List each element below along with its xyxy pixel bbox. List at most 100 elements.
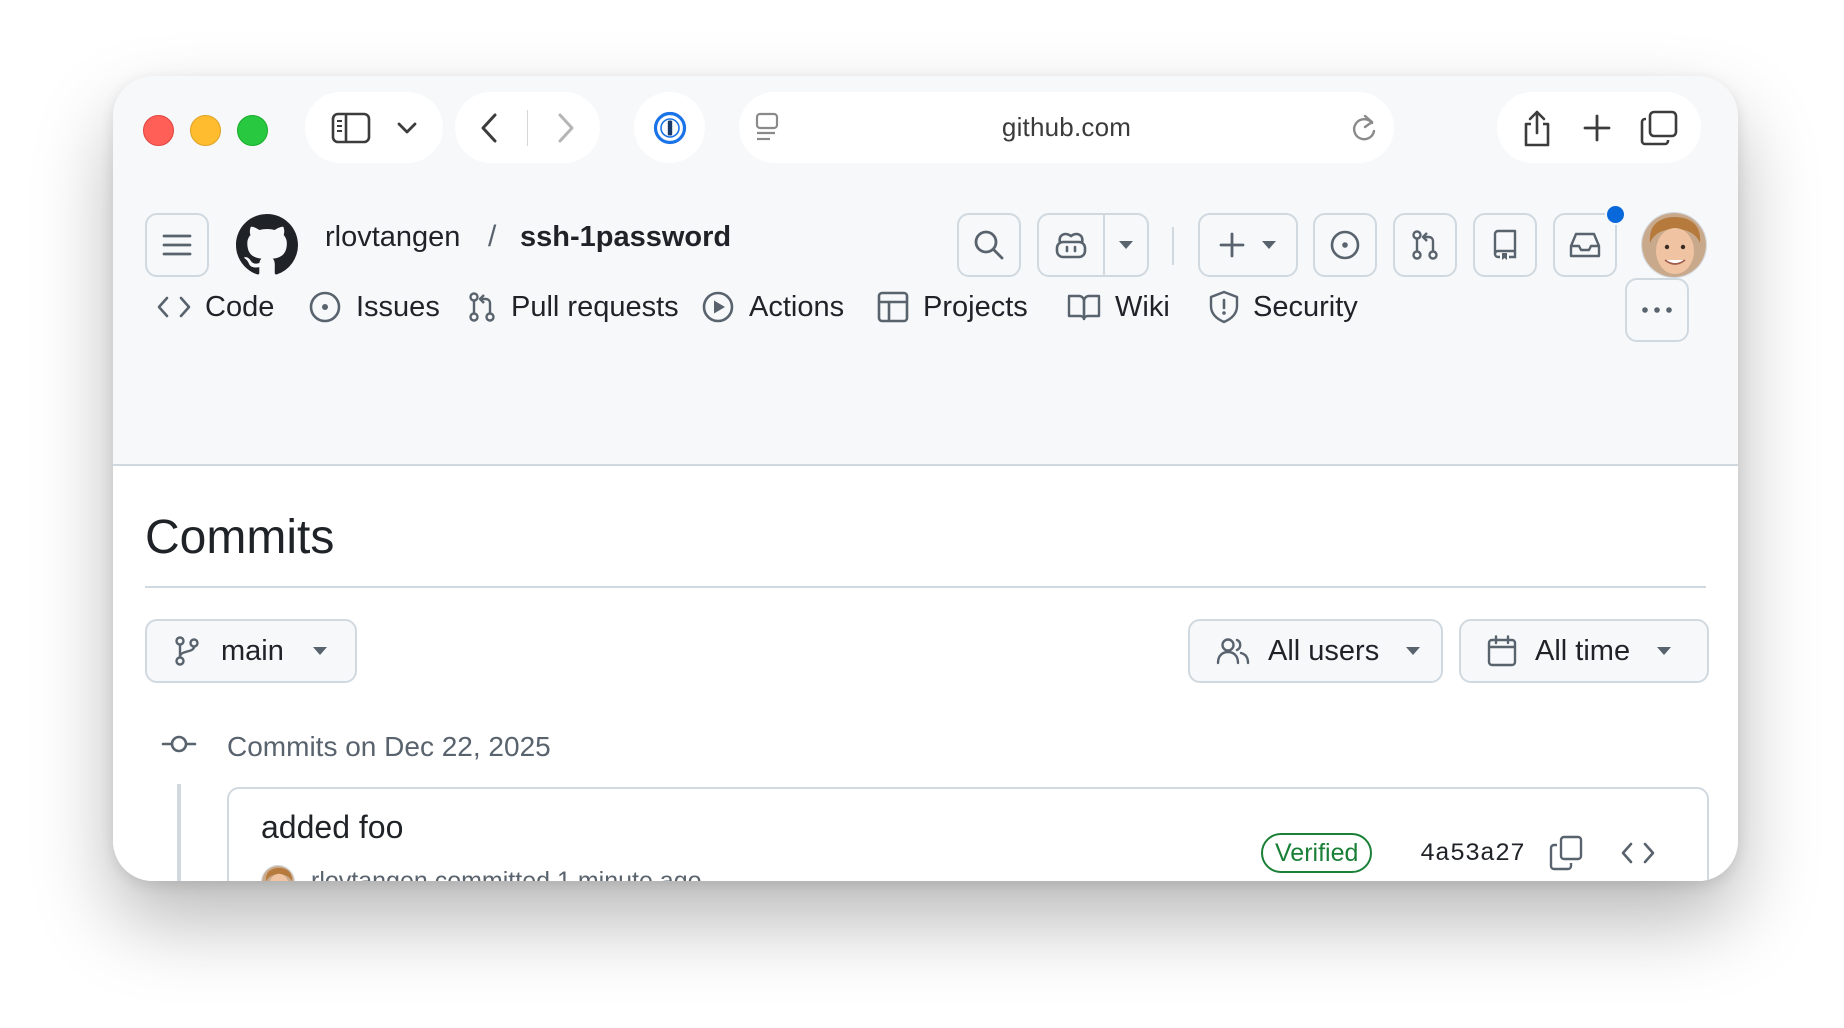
issue-icon (1329, 229, 1361, 261)
menu-icon (162, 233, 192, 257)
create-new-button[interactable] (1198, 213, 1298, 277)
address-bar[interactable]: github.com (739, 92, 1394, 163)
tab-pull-requests-label: Pull requests (511, 290, 679, 323)
plus-icon (1219, 232, 1245, 258)
browser-window: github.com rlovtangen / ssh-1password Co… (113, 76, 1738, 881)
repo-path-separator: / (488, 220, 497, 253)
tab-wiki-label: Wiki (1115, 290, 1170, 323)
navigation-control (455, 92, 600, 163)
issue-icon (308, 290, 342, 324)
book-icon (1067, 292, 1101, 322)
copilot-icon (1039, 230, 1103, 260)
chevron-down-icon (312, 646, 328, 656)
zoom-window-button[interactable] (237, 115, 268, 146)
notifications-button[interactable] (1553, 213, 1617, 277)
chevron-down-icon (1656, 646, 1672, 656)
tab-wiki[interactable]: Wiki (1067, 284, 1170, 330)
commit-timeline-line (177, 784, 181, 881)
commit-meta: rlovtangen committed 1 minute ago (311, 867, 702, 881)
chevron-down-icon[interactable] (397, 121, 417, 135)
browser-toolbar: github.com (113, 76, 1738, 181)
tab-code-label: Code (205, 290, 275, 323)
verified-badge[interactable]: Verified (1261, 833, 1373, 873)
sidebar-control (305, 92, 443, 163)
close-window-button[interactable] (143, 115, 174, 146)
tab-issues[interactable]: Issues (308, 284, 440, 330)
header-divider (1172, 227, 1174, 265)
tab-security-label: Security (1253, 290, 1358, 323)
kebab-horizontal-icon (1640, 306, 1674, 314)
more-tabs-button[interactable] (1625, 278, 1689, 342)
tab-code[interactable]: Code (157, 284, 274, 330)
commit-author-link[interactable]: rlovtangen (311, 867, 428, 881)
author-avatar[interactable] (261, 865, 295, 881)
branch-name: main (221, 634, 284, 667)
github-logo-icon[interactable] (236, 214, 298, 276)
branch-select-button[interactable]: main (145, 619, 357, 683)
copilot-dropdown-caret-icon[interactable] (1105, 240, 1147, 250)
password-manager-extension[interactable] (634, 92, 705, 163)
tab-actions-label: Actions (749, 290, 845, 323)
notification-dot (1605, 204, 1626, 225)
time-filter-label: All time (1535, 634, 1631, 667)
table-icon (877, 291, 909, 323)
reload-icon[interactable] (1350, 113, 1378, 143)
url-text: github.com (1001, 112, 1132, 142)
search-icon (973, 229, 1005, 261)
inbox-icon (1568, 231, 1602, 259)
page-title: Commits (145, 511, 335, 564)
reader-icon[interactable] (755, 112, 781, 142)
commit-row[interactable]: added foo rlovtangen committed 1 minute … (227, 787, 1709, 881)
browse-code-icon[interactable] (1621, 841, 1655, 865)
code-icon (157, 295, 191, 319)
minimize-window-button[interactable] (190, 115, 221, 146)
tab-security[interactable]: Security (1209, 284, 1358, 330)
copilot-button[interactable] (1037, 213, 1149, 277)
back-arrow-icon[interactable] (479, 112, 499, 144)
onepassword-icon (653, 111, 687, 145)
tab-actions[interactable]: Actions (701, 284, 844, 330)
github-header: rlovtangen / ssh-1password Code Issues P… (113, 181, 1738, 466)
commit-group-date: Commits on Dec 22, 2025 (227, 731, 551, 762)
pull-request-icon (467, 291, 497, 323)
commit-action: committed (434, 867, 551, 881)
tab-issues-label: Issues (356, 290, 440, 323)
users-filter-label: All users (1268, 634, 1380, 667)
sidebar-icon[interactable] (331, 112, 371, 144)
your-issues-button[interactable] (1313, 213, 1377, 277)
tab-projects[interactable]: Projects (877, 284, 1028, 330)
commit-node-icon (161, 732, 197, 756)
repo-name-link[interactable]: ssh-1password (520, 221, 731, 254)
hamburger-menu-button[interactable] (145, 213, 209, 277)
nav-divider (527, 109, 528, 146)
time-filter-button[interactable]: All time (1459, 619, 1709, 683)
calendar-icon (1487, 635, 1517, 667)
search-button[interactable] (957, 213, 1021, 277)
tab-projects-label: Projects (923, 290, 1028, 323)
play-icon (701, 290, 735, 324)
commit-message-link[interactable]: added foo (261, 809, 403, 846)
user-avatar[interactable] (1641, 212, 1707, 278)
commit-sha-link[interactable]: 4a53a27 (1420, 839, 1525, 868)
tab-overview-icon[interactable] (1640, 110, 1678, 146)
title-divider (145, 586, 1706, 588)
chevron-down-icon (1261, 240, 1277, 250)
tab-pull-requests[interactable]: Pull requests (467, 284, 679, 330)
pull-request-icon (1410, 229, 1440, 261)
chevron-down-icon (1405, 646, 1421, 656)
copy-icon[interactable] (1549, 835, 1583, 871)
shield-icon (1209, 290, 1239, 324)
share-icon[interactable] (1520, 108, 1554, 148)
commit-time: 1 minute ago (556, 867, 702, 881)
forward-arrow-icon[interactable] (556, 112, 576, 144)
commits-page: Commits main All users All time Commits … (113, 466, 1738, 881)
repo-icon (1491, 229, 1519, 261)
repo-owner-link[interactable]: rlovtangen (325, 221, 460, 254)
git-branch-icon (173, 635, 201, 667)
your-repositories-button[interactable] (1473, 213, 1537, 277)
your-pull-requests-button[interactable] (1393, 213, 1457, 277)
window-actions (1497, 92, 1701, 163)
people-icon (1216, 637, 1250, 665)
new-tab-plus-icon[interactable] (1582, 113, 1612, 143)
users-filter-button[interactable]: All users (1188, 619, 1443, 683)
